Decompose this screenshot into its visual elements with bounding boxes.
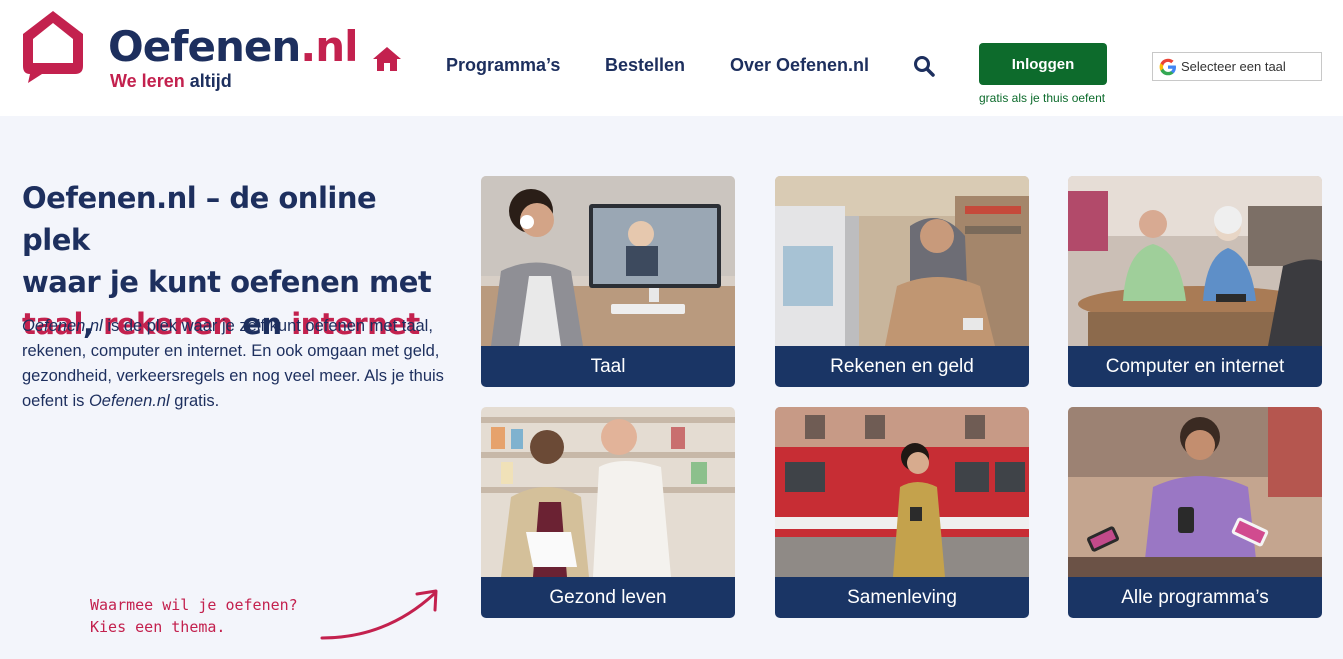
tile-label: Gezond leven <box>481 577 735 618</box>
site-header: Oefenen.nl We leren altijd Programma’s B… <box>0 0 1343 116</box>
theme-hint: Waarmee wil je oefenen? Kies een thema. <box>90 596 298 636</box>
tile-label: Computer en internet <box>1068 346 1322 387</box>
tile-label: Alle programma’s <box>1068 577 1322 618</box>
curved-arrow-icon <box>320 589 438 640</box>
site-logo[interactable]: Oefenen.nl We leren altijd <box>20 8 359 98</box>
theme-tile-samenleving[interactable]: Samenleving <box>775 407 1029 618</box>
tile-label: Samenleving <box>775 577 1029 618</box>
language-select[interactable]: Selecteer een taal <box>1152 52 1322 81</box>
google-icon <box>1159 58 1176 75</box>
theme-tile-computer-en-internet[interactable]: Computer en internet <box>1068 176 1322 387</box>
language-select-label: Selecteer een taal <box>1181 59 1286 74</box>
tile-image-people-with-phones <box>1068 407 1322 577</box>
tile-label: Rekenen en geld <box>775 346 1029 387</box>
theme-tile-rekenen-en-geld[interactable]: Rekenen en geld <box>775 176 1029 387</box>
nav-bestellen[interactable]: Bestellen <box>605 55 685 76</box>
search-icon[interactable] <box>912 54 936 78</box>
theme-tile-alle-programmas[interactable]: Alle programma’s <box>1068 407 1322 618</box>
tile-image-man-at-pharmacy <box>481 407 735 577</box>
login-subtext: gratis als je thuis oefent <box>979 91 1106 105</box>
login-button[interactable]: Inloggen <box>979 43 1107 85</box>
theme-tile-taal[interactable]: Taal <box>481 176 735 387</box>
tile-image-woman-at-machine <box>775 176 1029 346</box>
intro-paragraph: Oefenen.nl is de plek waar je zelf kunt … <box>22 317 444 410</box>
house-logo-icon <box>23 11 83 83</box>
nav-programmas[interactable]: Programma’s <box>446 55 560 76</box>
tile-image-woman-with-headset <box>481 176 735 346</box>
nav-over-oefenen[interactable]: Over Oefenen.nl <box>730 55 869 76</box>
tile-image-seniors-with-tablet <box>1068 176 1322 346</box>
tile-label: Taal <box>481 346 735 387</box>
home-icon[interactable] <box>372 45 402 73</box>
theme-tile-gezond-leven[interactable]: Gezond leven <box>481 407 735 618</box>
tile-image-woman-near-tram <box>775 407 1029 577</box>
logo-name: Oefenen.nl <box>108 22 359 71</box>
logo-tagline: We leren altijd <box>110 71 232 91</box>
